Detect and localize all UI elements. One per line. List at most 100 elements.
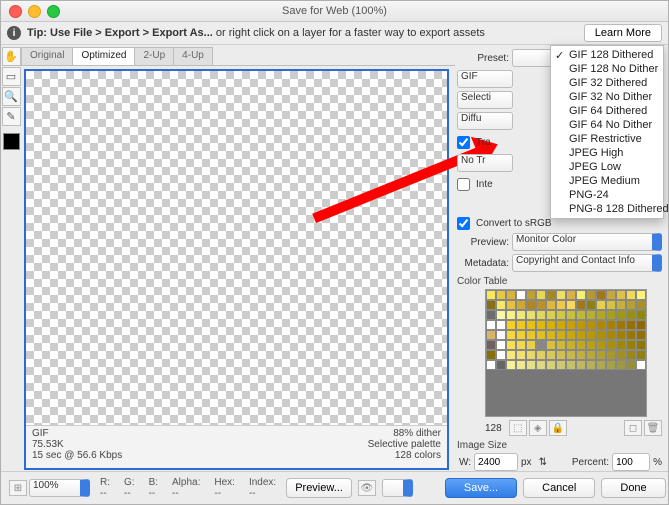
color-swatch[interactable]: [636, 330, 646, 340]
color-swatch[interactable]: [546, 340, 556, 350]
done-button[interactable]: Done: [601, 478, 665, 498]
color-swatch[interactable]: [616, 300, 626, 310]
preset-option[interactable]: JPEG High: [551, 146, 663, 160]
color-swatch[interactable]: [616, 320, 626, 330]
color-swatch[interactable]: [596, 290, 606, 300]
metadata-select[interactable]: Copyright and Contact Info: [512, 254, 662, 272]
color-swatch[interactable]: [496, 320, 506, 330]
color-swatch[interactable]: [586, 300, 596, 310]
color-swatch[interactable]: [596, 330, 606, 340]
color-swatch[interactable]: [506, 320, 516, 330]
trans-dither-select[interactable]: No Tr: [457, 154, 513, 172]
color-swatch[interactable]: [576, 300, 586, 310]
color-swatch[interactable]: [576, 350, 586, 360]
color-swatch[interactable]: [566, 300, 576, 310]
color-swatch[interactable]: [496, 290, 506, 300]
color-swatch[interactable]: [496, 340, 506, 350]
interlaced-checkbox[interactable]: [457, 178, 470, 191]
color-swatch[interactable]: [546, 330, 556, 340]
preset-option[interactable]: PNG-8 128 Dithered: [551, 202, 663, 216]
color-swatch[interactable]: [556, 320, 566, 330]
color-swatch[interactable]: [586, 330, 596, 340]
zoom-tool-icon[interactable]: 🔍: [2, 87, 21, 106]
color-swatch[interactable]: [556, 340, 566, 350]
preset-option[interactable]: JPEG Low: [551, 160, 663, 174]
color-swatch[interactable]: [536, 290, 546, 300]
color-table[interactable]: [485, 289, 647, 417]
color-swatch[interactable]: [596, 310, 606, 320]
transparency-checkbox[interactable]: [457, 136, 470, 149]
percent-input[interactable]: [612, 453, 650, 471]
color-swatch[interactable]: [586, 310, 596, 320]
color-swatch[interactable]: [576, 310, 586, 320]
tab-2up[interactable]: 2-Up: [134, 47, 174, 65]
tab-optimized[interactable]: Optimized: [72, 47, 135, 65]
color-swatch[interactable]: [536, 350, 546, 360]
color-swatch[interactable]: [566, 320, 576, 330]
preset-option[interactable]: GIF 128 Dithered: [551, 48, 663, 62]
color-swatch[interactable]: [546, 360, 556, 370]
color-swatch[interactable]: [626, 340, 636, 350]
preview-select[interactable]: Monitor Color: [512, 233, 662, 251]
color-swatch[interactable]: [616, 330, 626, 340]
link-icon[interactable]: ⇅: [539, 457, 547, 468]
color-swatch[interactable]: [516, 340, 526, 350]
color-swatch[interactable]: [636, 320, 646, 330]
color-swatch[interactable]: [516, 330, 526, 340]
color-swatch[interactable]: [516, 290, 526, 300]
color-swatch[interactable]: [586, 350, 596, 360]
zoom-select[interactable]: 100%: [29, 479, 90, 497]
color-swatch[interactable]: [606, 330, 616, 340]
save-button[interactable]: Save...: [445, 478, 517, 498]
preset-option[interactable]: GIF 32 No Dither: [551, 90, 663, 104]
color-swatch[interactable]: [556, 290, 566, 300]
hand-tool-icon[interactable]: ✋: [2, 47, 21, 66]
color-swatch[interactable]: [636, 300, 646, 310]
width-input[interactable]: [474, 453, 518, 471]
image-preview[interactable]: GIF 75.53K 15 sec @ 56.6 Kbps 88% dither…: [24, 69, 449, 470]
color-swatch[interactable]: [576, 320, 586, 330]
browser-select[interactable]: [382, 479, 413, 497]
color-swatch[interactable]: [526, 310, 536, 320]
color-swatch[interactable]: [506, 360, 516, 370]
color-swatch[interactable]: [586, 340, 596, 350]
color-swatch[interactable]: [566, 290, 576, 300]
color-swatch[interactable]: [576, 330, 586, 340]
color-swatch[interactable]: [596, 350, 606, 360]
preset-option[interactable]: GIF 64 No Dither: [551, 118, 663, 132]
color-swatch[interactable]: [526, 360, 536, 370]
color-swatch[interactable]: [626, 350, 636, 360]
color-swatch[interactable]: [566, 350, 576, 360]
eyedropper-color-swatch[interactable]: [3, 133, 20, 150]
color-swatch[interactable]: [486, 300, 496, 310]
color-swatch[interactable]: [606, 320, 616, 330]
delete-color-icon[interactable]: 🗑: [644, 420, 662, 436]
color-swatch[interactable]: [556, 350, 566, 360]
color-swatch[interactable]: [486, 320, 496, 330]
color-swatch[interactable]: [586, 360, 596, 370]
color-swatch[interactable]: [496, 330, 506, 340]
learn-more-button[interactable]: Learn More: [584, 24, 662, 42]
color-swatch[interactable]: [536, 360, 546, 370]
color-swatch[interactable]: [626, 360, 636, 370]
color-swatch[interactable]: [616, 290, 626, 300]
color-swatch[interactable]: [636, 290, 646, 300]
color-swatch[interactable]: [556, 300, 566, 310]
color-swatch[interactable]: [616, 350, 626, 360]
color-swatch[interactable]: [606, 350, 616, 360]
color-swatch[interactable]: [516, 360, 526, 370]
color-swatch[interactable]: [516, 320, 526, 330]
color-swatch[interactable]: [536, 310, 546, 320]
color-swatch[interactable]: [556, 330, 566, 340]
color-swatch[interactable]: [636, 350, 646, 360]
color-swatch[interactable]: [536, 330, 546, 340]
color-swatch[interactable]: [636, 360, 646, 370]
preset-option[interactable]: GIF Restrictive: [551, 132, 663, 146]
map-transparent-icon[interactable]: ⬚: [509, 420, 527, 436]
color-swatch[interactable]: [606, 300, 616, 310]
preset-option[interactable]: GIF 64 Dithered: [551, 104, 663, 118]
slice-select-tool-icon[interactable]: ▭: [2, 67, 21, 86]
color-swatch[interactable]: [526, 290, 536, 300]
shift-websafe-icon[interactable]: ◈: [529, 420, 547, 436]
color-swatch[interactable]: [536, 340, 546, 350]
